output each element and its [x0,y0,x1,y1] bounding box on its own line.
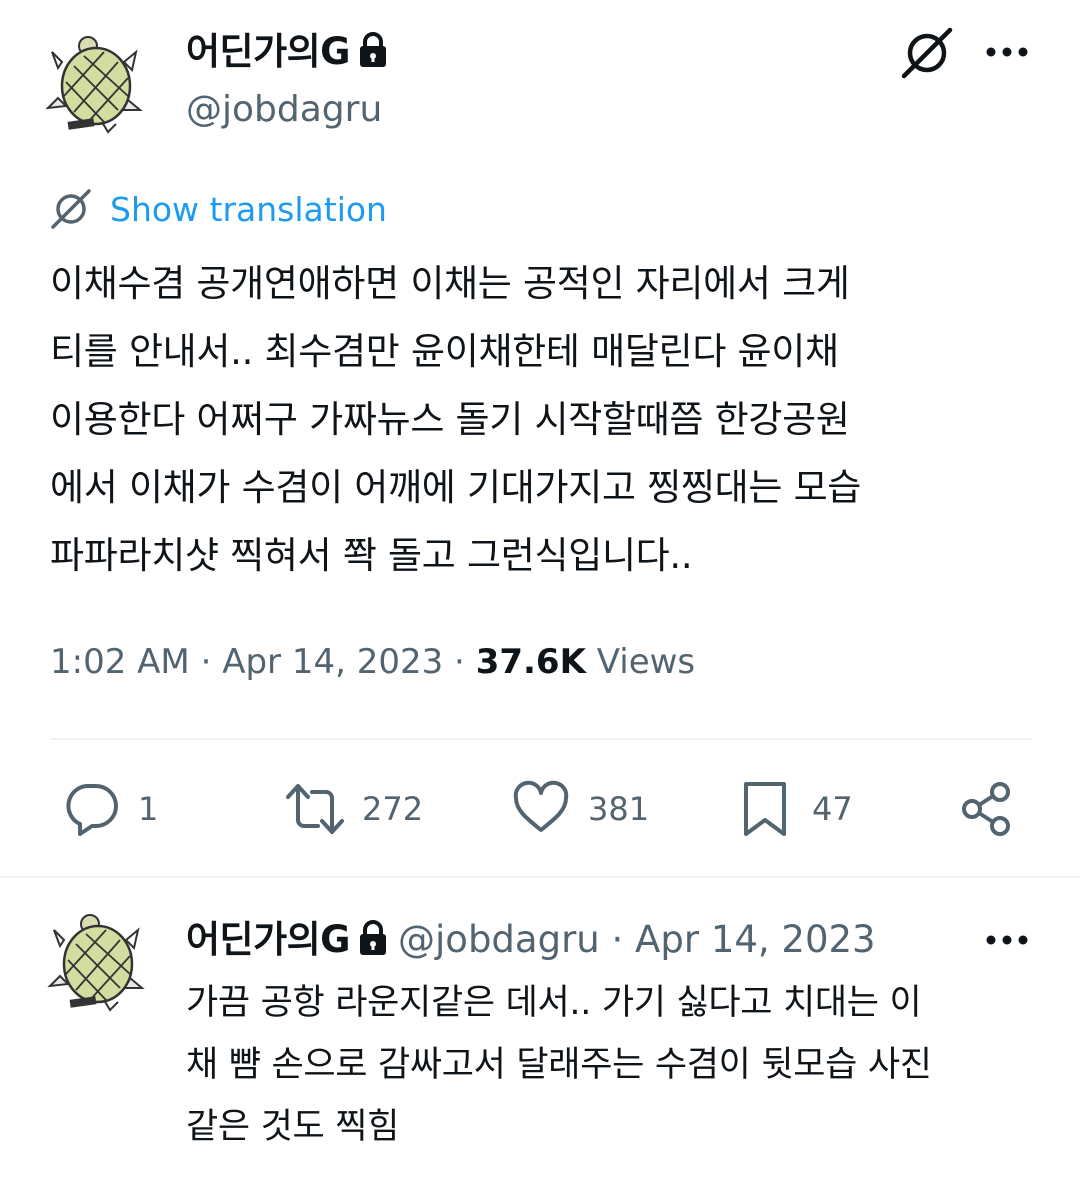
author-display-name[interactable]: 어딘가의G [186,30,351,73]
reply-count: 1 [138,790,159,828]
tweet-text-line: 에서 이채가 수겸이 어깨에 기대가지고 찡찡대는 모습 [50,466,862,509]
share-button[interactable] [958,780,1016,838]
divider [0,876,1080,878]
reply-author-display-name[interactable]: 어딘가의G [186,918,351,961]
translate-icon [51,189,91,229]
tweet-date[interactable]: Apr 14, 2023 [222,642,443,682]
tweet-text: 이채수겸 공개연애하면 이채는 공적인 자리에서 크게 티를 안내서.. 최수겸… [50,250,861,590]
like-button[interactable]: 381 [512,780,649,838]
tweet-text-line: 티를 안내서.. 최수겸만 윤이채한테 매달린다 윤이채 [50,330,839,373]
repost-count: 272 [362,790,424,828]
reply-text-line: 가끔 공항 라운지같은 데서.. 가기 싫다고 치대는 이 [186,983,922,1023]
more-options-icon[interactable] [984,933,1030,947]
reply-text: 가끔 공항 라운지같은 데서.. 가기 싫다고 치대는 이 채 뺨 손으로 감싸… [186,972,932,1158]
turtle-avatar-icon [46,912,146,1012]
reply-button[interactable]: 1 [62,780,158,838]
tweet-text-line: 이용한다 어쩌구 가짜뉴스 돌기 시작할때쯤 한강공원 [50,398,850,441]
reply-header: 어딘가의G @jobdagru · Apr 14, 2023 [186,918,876,962]
reply-author-avatar[interactable] [46,912,146,1012]
tweet-meta: 1:02 AM · Apr 14, 2023 · 37.6K Views [50,642,695,682]
turtle-avatar-icon [44,34,144,134]
reply-text-line: 채 뺨 손으로 감싸고서 달래주는 수겸이 뒷모습 사진 [186,1045,932,1085]
lock-icon [360,920,387,955]
reply-date[interactable]: Apr 14, 2023 [635,918,876,961]
show-translation-label: Show translation [110,189,387,229]
grok-icon[interactable] [900,26,954,80]
heart-icon [513,780,569,832]
reply-author-handle[interactable]: @jobdagru [398,918,600,961]
views-count: 37.6K [475,642,586,682]
show-translation-button[interactable]: Show translation [50,188,387,230]
bookmark-count: 47 [812,790,853,828]
author-avatar[interactable] [44,34,144,134]
meta-separator: · [189,642,223,682]
tweet-text-line: 파파라치샷 찍혀서 쫙 돌고 그런식입니다.. [50,534,693,577]
repost-icon [286,784,344,834]
tweet-time[interactable]: 1:02 AM [50,642,190,682]
tweet-text-line: 이채수겸 공개연애하면 이채는 공적인 자리에서 크게 [50,262,850,305]
meta-separator: · [443,642,476,682]
reply-icon [66,784,118,836]
reply-text-line: 같은 것도 찍힘 [186,1107,400,1147]
bookmark-button[interactable]: 47 [736,780,853,838]
repost-button[interactable]: 272 [286,780,423,838]
author-name-row: 어딘가의G [186,30,388,74]
lock-icon [360,32,387,67]
author-handle[interactable]: @jobdagru [186,88,382,132]
bookmark-icon [744,782,786,836]
reply-separator: · [599,918,636,961]
views-label: Views [585,642,696,682]
like-count: 381 [588,790,650,828]
share-icon [962,782,1010,836]
more-options-icon[interactable] [984,45,1030,59]
divider [50,738,1032,740]
